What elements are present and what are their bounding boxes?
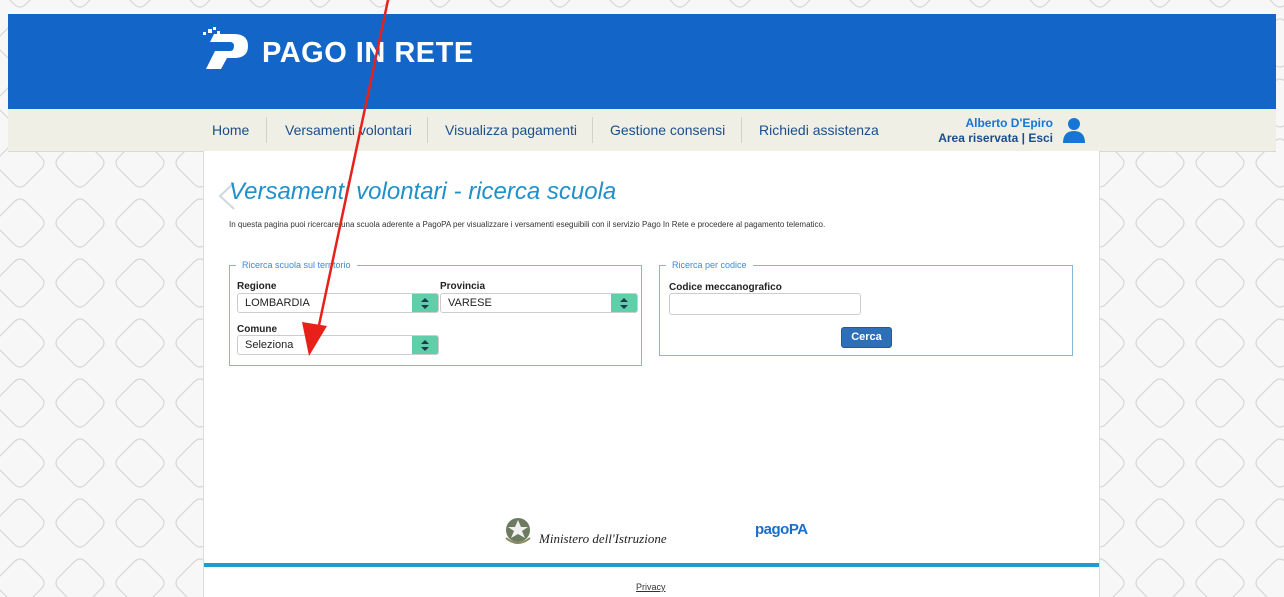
privacy-link[interactable]: Privacy xyxy=(636,582,666,592)
page-intro: In questa pagina puoi ricercare una scuo… xyxy=(229,220,826,229)
regione-select-value: LOMBARDIA xyxy=(245,297,310,309)
updown-arrow-icon xyxy=(412,336,438,354)
comune-label: Comune xyxy=(237,324,277,335)
nav-gestione-consensi[interactable]: Gestione consensi xyxy=(610,109,725,151)
nav-visualizza-pagamenti[interactable]: Visualizza pagamenti xyxy=(445,109,577,151)
codice-meccanografico-label: Codice meccanografico xyxy=(669,282,782,293)
provincia-select[interactable]: VARESE xyxy=(440,293,638,313)
italian-emblem-icon xyxy=(505,518,531,544)
codice-meccanografico-input[interactable] xyxy=(669,293,861,315)
updown-arrow-icon xyxy=(611,294,637,312)
nav-home[interactable]: Home xyxy=(212,109,249,151)
territory-search-legend: Ricerca scuola sul territorio xyxy=(242,260,351,270)
nav-richiedi-assistenza[interactable]: Richiedi assistenza xyxy=(759,109,879,151)
pagopa-logo: pagoPA xyxy=(755,521,808,538)
ministry-text: Ministero dell'Istruzione xyxy=(539,531,667,546)
user-block: Alberto D'Epiro Area riservata | Esci xyxy=(938,116,1053,146)
pago-in-rete-logo-icon xyxy=(203,27,248,69)
regione-select[interactable]: LOMBARDIA xyxy=(237,293,439,313)
nav-separator xyxy=(427,117,428,143)
area-riservata-link[interactable]: Area riservata xyxy=(938,131,1018,145)
logo-text: PAGO IN RETE xyxy=(262,37,474,69)
provincia-select-value: VARESE xyxy=(448,297,492,309)
updown-arrow-icon xyxy=(412,294,438,312)
comune-select[interactable]: Seleziona xyxy=(237,335,439,355)
nav-versamenti-volontari[interactable]: Versamenti volontari xyxy=(285,109,412,151)
content-panel: Versamenti volontari - ricerca scuola In… xyxy=(203,151,1100,597)
provincia-label: Provincia xyxy=(440,281,486,292)
nav-separator xyxy=(592,117,593,143)
code-search-legend: Ricerca per codice xyxy=(672,260,747,270)
esci-link[interactable]: Esci xyxy=(1028,131,1053,145)
user-icon[interactable] xyxy=(1063,117,1085,143)
nav-separator xyxy=(741,117,742,143)
regione-label: Regione xyxy=(237,281,277,292)
page-title: Versamenti volontari - ricerca scuola xyxy=(229,178,617,205)
nav-separator xyxy=(266,117,267,143)
comune-select-value: Seleziona xyxy=(245,339,294,351)
user-name: Alberto D'Epiro xyxy=(965,116,1053,130)
footer-bar xyxy=(204,563,1099,567)
cerca-button[interactable]: Cerca xyxy=(841,327,892,348)
user-links-separator: | xyxy=(1021,131,1025,145)
